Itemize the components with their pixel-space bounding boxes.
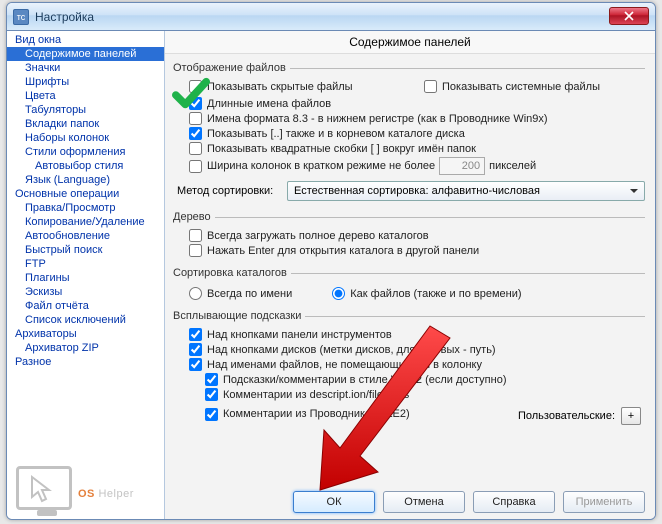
label: Комментарии из Проводника (OLE2)	[223, 408, 410, 420]
tree-item[interactable]: Наборы колонок	[7, 131, 164, 145]
label: Всегда загружать полное дерево каталогов	[207, 230, 429, 242]
settings-window: тc Настройка Вид окнаСодержимое панелейЗ…	[6, 2, 656, 520]
tree-item[interactable]: Разное	[7, 355, 164, 369]
label-custom-tips: Пользовательские:	[518, 410, 615, 422]
tree-item[interactable]: Архиваторы	[7, 327, 164, 341]
checkbox-tip-descript[interactable]	[205, 388, 218, 401]
label: Над кнопками панели инструментов	[207, 329, 392, 341]
label: Всегда по имени	[207, 288, 292, 300]
apply-button[interactable]: Применить	[563, 491, 645, 513]
label: Показывать скрытые файлы	[207, 81, 353, 93]
checkbox-show-hidden[interactable]	[189, 80, 202, 93]
close-icon	[624, 11, 634, 21]
tree-item[interactable]: Язык (Language)	[7, 173, 164, 187]
tree-item[interactable]: Основные операции	[7, 187, 164, 201]
ok-button[interactable]: ОК	[293, 491, 375, 513]
group-legend: Дерево	[173, 211, 215, 223]
close-button[interactable]	[609, 7, 649, 25]
help-button[interactable]: Справка	[473, 491, 555, 513]
label: пикселей	[489, 160, 536, 172]
checkbox-show-dotdot[interactable]	[189, 127, 202, 140]
combo-sort-method[interactable]: Естественная сортировка: алфавитно-число…	[287, 181, 645, 201]
label: Имена формата 8.3 - в нижнем регистре (к…	[207, 113, 548, 125]
tree-item[interactable]: Копирование/Удаление	[7, 215, 164, 229]
group-sort-dirs: Сортировка каталогов Всегда по имени Как…	[175, 267, 645, 304]
tree-item[interactable]: Эскизы	[7, 285, 164, 299]
checkbox-tip-win32[interactable]	[205, 373, 218, 386]
group-legend: Всплывающие подсказки	[173, 310, 305, 322]
checkbox-tip-names[interactable]	[189, 358, 202, 371]
label: Над кнопками дисков (метки дисков, для с…	[207, 344, 496, 356]
tree-item[interactable]: Список исключений	[7, 313, 164, 327]
checkbox-names-83[interactable]	[189, 112, 202, 125]
checkbox-enter-open[interactable]	[189, 244, 202, 257]
label: Длинные имена файлов	[207, 98, 331, 110]
label: Показывать [..] также и в корневом катал…	[207, 128, 465, 140]
group-legend: Отображение файлов	[173, 62, 290, 74]
label: Показывать системные файлы	[442, 81, 600, 93]
label: Над именами файлов, не помещающимися в к…	[207, 359, 482, 371]
checkbox-full-tree[interactable]	[189, 229, 202, 242]
pane-title: Содержимое панелей	[165, 31, 655, 54]
tree-item[interactable]: Вкладки папок	[7, 117, 164, 131]
main-pane: Содержимое панелей Отображение файлов По…	[165, 31, 655, 519]
label: Нажать Enter для открытия каталога в дру…	[207, 245, 479, 257]
tree-item[interactable]: Автообновление	[7, 229, 164, 243]
tree-item[interactable]: Цвета	[7, 89, 164, 103]
tree-item[interactable]: Табуляторы	[7, 103, 164, 117]
tree-item[interactable]: Быстрый поиск	[7, 243, 164, 257]
label: Комментарии из descript.ion/files.bbs	[223, 389, 409, 401]
titlebar: тc Настройка	[7, 3, 655, 31]
tree-item[interactable]: Содержимое панелей	[7, 47, 164, 61]
label: Ширина колонок в кратком режиме не более	[207, 160, 435, 172]
tree-item[interactable]: Архиватор ZIP	[7, 341, 164, 355]
group-tree: Дерево Всегда загружать полное дерево ка…	[175, 211, 645, 261]
app-icon: тc	[13, 9, 29, 25]
tree-item[interactable]: FTP	[7, 257, 164, 271]
category-tree[interactable]: Вид окнаСодержимое панелейЗначкиШрифтыЦв…	[7, 31, 165, 519]
checkbox-col-width[interactable]	[189, 160, 202, 173]
tree-item[interactable]: Файл отчёта	[7, 299, 164, 313]
plus-icon: +	[628, 410, 634, 422]
radio-by-name[interactable]	[189, 287, 202, 300]
combo-value: Естественная сортировка: алфавитно-число…	[294, 185, 540, 197]
group-file-display: Отображение файлов Показывать скрытые фа…	[175, 62, 645, 205]
tree-item[interactable]: Вид окна	[7, 33, 164, 47]
checkbox-show-system[interactable]	[424, 80, 437, 93]
checkbox-tip-toolbar[interactable]	[189, 328, 202, 341]
checkbox-long-names[interactable]	[189, 97, 202, 110]
checkbox-tip-drives[interactable]	[189, 343, 202, 356]
group-legend: Сортировка каталогов	[173, 267, 291, 279]
window-title: Настройка	[35, 10, 94, 24]
tree-item[interactable]: Плагины	[7, 271, 164, 285]
label: Подсказки/комментарии в стиле Win32 (есл…	[223, 374, 507, 386]
dialog-buttons: ОК Отмена Справка Применить	[293, 491, 645, 513]
label-sort-method: Метод сортировки:	[177, 185, 287, 197]
tree-item[interactable]: Автовыбор стиля	[7, 159, 164, 173]
tree-item[interactable]: Правка/Просмотр	[7, 201, 164, 215]
cancel-button[interactable]: Отмена	[383, 491, 465, 513]
checkbox-square-brackets[interactable]	[189, 142, 202, 155]
tree-item[interactable]: Шрифты	[7, 75, 164, 89]
tree-item[interactable]: Значки	[7, 61, 164, 75]
tree-item[interactable]: Стили оформления	[7, 145, 164, 159]
radio-like-files[interactable]	[332, 287, 345, 300]
button-custom-tips[interactable]: +	[621, 407, 641, 425]
label: Показывать квадратные скобки [ ] вокруг …	[207, 143, 476, 155]
checkbox-tip-ole2[interactable]	[205, 408, 218, 421]
label: Как файлов (также и по времени)	[350, 288, 521, 300]
input-col-width[interactable]	[439, 157, 485, 175]
group-tooltips: Всплывающие подсказки Над кнопками панел…	[175, 310, 645, 427]
